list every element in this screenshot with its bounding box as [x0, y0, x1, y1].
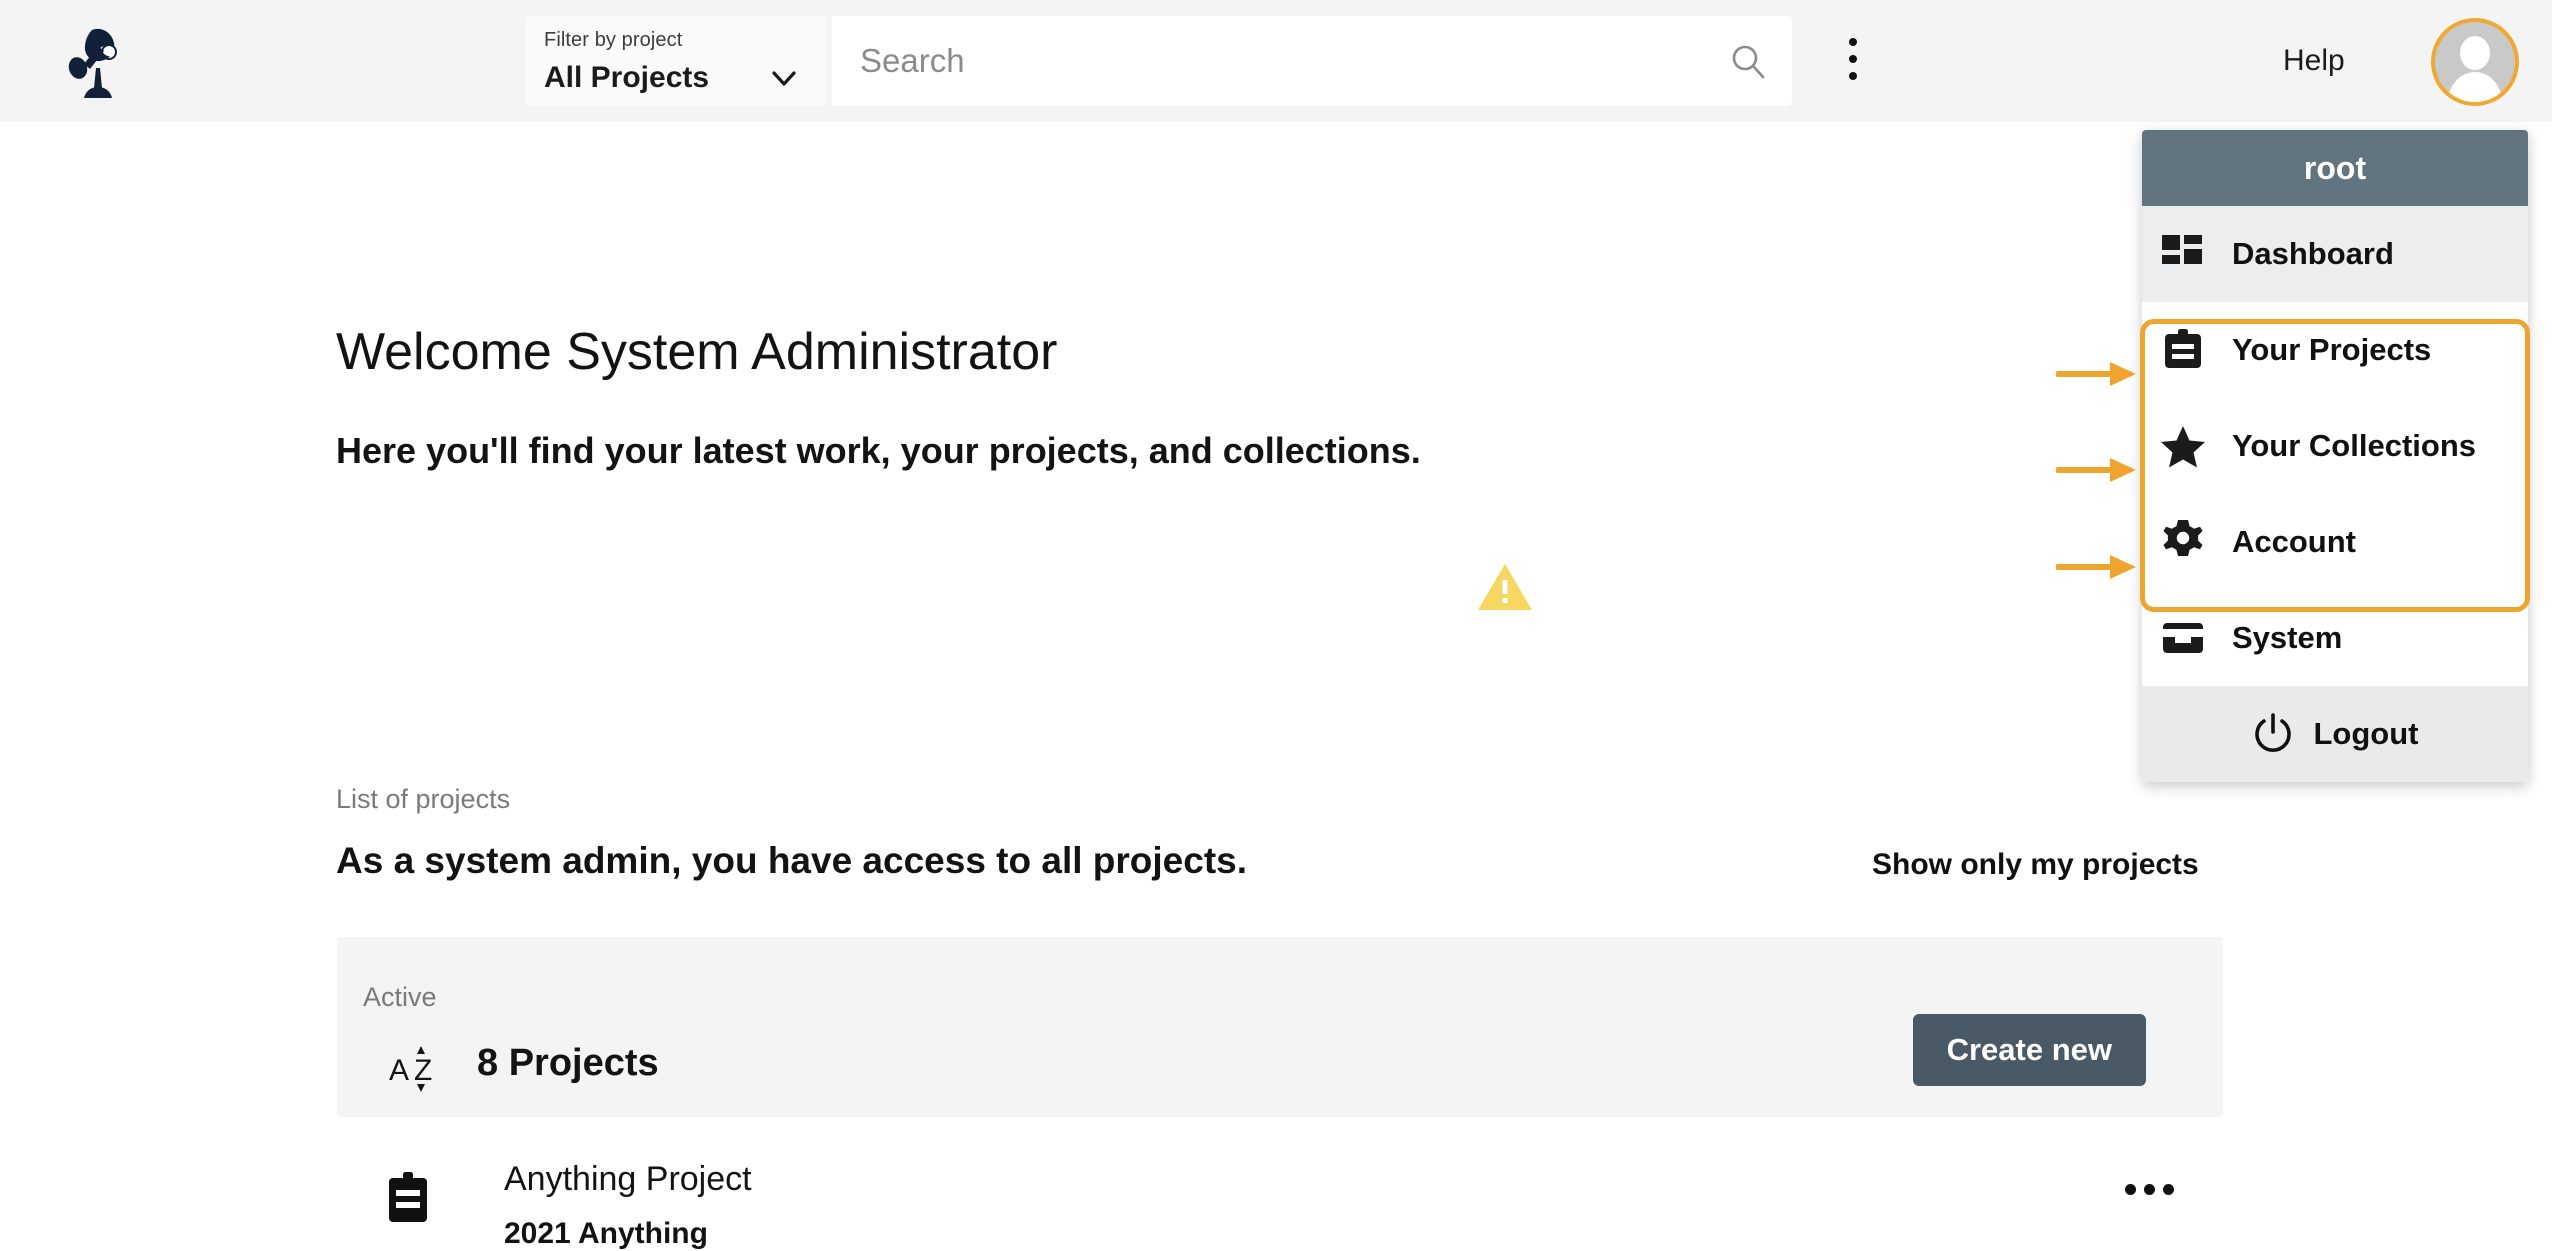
search-icon[interactable] — [1728, 42, 1768, 82]
user-menu-item-account[interactable]: Account — [2142, 494, 2528, 590]
list-of-projects-headline: As a system admin, you have access to al… — [336, 840, 1248, 881]
svg-text:A: A — [389, 1054, 409, 1087]
dashboard-grid-icon — [2160, 231, 2206, 277]
show-only-my-projects-toggle[interactable]: Show only my projects — [1872, 848, 2199, 882]
power-icon — [2251, 712, 2295, 756]
project-list-item[interactable]: Anything Project 2021 Anything — [337, 1122, 2223, 1250]
active-projects-card: Active A Z 8 Projects Create new — [337, 937, 2223, 1117]
logout-label: Logout — [2313, 716, 2419, 751]
user-menu-item-label: Your Collections — [2232, 428, 2477, 463]
project-filter-label: Filter by project — [544, 29, 683, 51]
help-link[interactable]: Help — [2283, 44, 2345, 78]
system-tray-icon — [2160, 615, 2206, 661]
logout-button[interactable]: Logout — [2142, 686, 2528, 782]
clipboard-icon — [387, 1172, 429, 1224]
annotation-arrow-account — [2055, 551, 2138, 583]
project-meta: 2021 Anything — [504, 1217, 708, 1250]
more-horizontal-icon[interactable] — [2125, 1182, 2195, 1202]
page-title: Welcome System Administrator — [336, 323, 1058, 381]
warning-triangle-icon[interactable] — [1477, 562, 1533, 612]
user-menu-item-label: Dashboard — [2232, 236, 2394, 271]
create-new-button[interactable]: Create new — [1912, 1014, 2146, 1086]
user-menu-username: root — [2142, 130, 2528, 206]
page-subtitle: Here you'll find your latest work, your … — [336, 430, 1421, 471]
annotation-arrow-your-collections — [2055, 454, 2138, 486]
avatar-head — [2460, 36, 2490, 70]
project-filter-dropdown[interactable]: Filter by project All Projects — [525, 16, 825, 106]
chevron-down-icon — [770, 64, 798, 92]
user-dropdown-menu: root Dashboard Your Projects Your Collec… — [2142, 130, 2528, 782]
project-name: Anything Project — [504, 1160, 752, 1198]
list-of-projects-label: List of projects — [336, 784, 511, 814]
active-label: Active — [363, 982, 437, 1012]
more-vertical-icon[interactable] — [1838, 38, 1868, 86]
omero-lamp-logo-icon[interactable] — [62, 24, 142, 104]
project-filter-value: All Projects — [544, 61, 710, 94]
user-menu-item-label: Your Projects — [2232, 332, 2432, 367]
avatar-body — [2447, 72, 2503, 102]
user-menu-item-label: Account — [2232, 524, 2356, 559]
user-menu-item-label: System — [2232, 620, 2343, 655]
annotation-arrow-your-projects — [2055, 358, 2138, 390]
search-input[interactable] — [832, 16, 1712, 106]
user-menu-item-system[interactable]: System — [2142, 590, 2528, 686]
clipboard-icon — [2160, 327, 2206, 373]
user-menu-item-dashboard[interactable]: Dashboard — [2142, 206, 2528, 302]
user-menu-item-your-collections[interactable]: Your Collections — [2142, 398, 2528, 494]
search-container — [832, 16, 1792, 106]
active-project-count: 8 Projects — [477, 1042, 659, 1084]
top-navigation-bar: Filter by project All Projects Help — [0, 0, 2552, 122]
star-icon — [2160, 423, 2206, 469]
gear-icon — [2160, 519, 2206, 565]
sort-az-icon[interactable]: A Z — [389, 1040, 449, 1096]
svg-text:Z: Z — [414, 1054, 432, 1087]
user-avatar[interactable] — [2431, 18, 2519, 106]
user-menu-item-your-projects[interactable]: Your Projects — [2142, 302, 2528, 398]
